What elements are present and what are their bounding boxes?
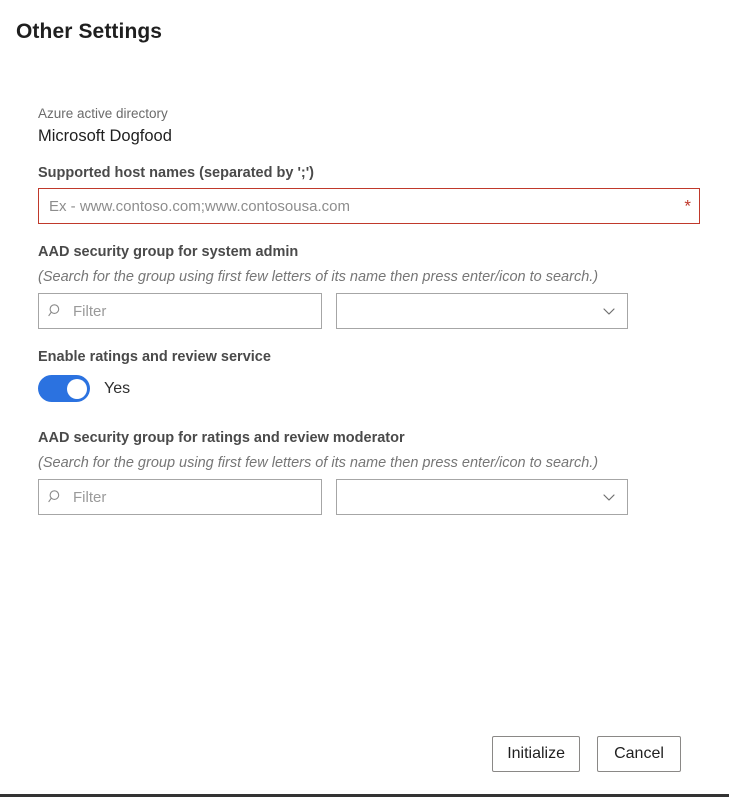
admin-group-filter-box[interactable]: [38, 293, 322, 329]
moderator-group-label: AAD security group for ratings and revie…: [38, 430, 405, 446]
moderator-group-picker-row: [38, 479, 700, 515]
hostnames-input[interactable]: [39, 189, 699, 223]
aad-tenant-name: Microsoft Dogfood: [38, 127, 172, 145]
admin-group-select[interactable]: [336, 293, 628, 329]
ratings-toggle-state-text: Yes: [104, 379, 131, 397]
chevron-down-icon[interactable]: [601, 303, 617, 319]
moderator-group-filter-box[interactable]: [38, 479, 322, 515]
page-title: Other Settings: [16, 20, 163, 43]
moderator-group-select[interactable]: [336, 479, 628, 515]
admin-group-hint: (Search for the group using first few le…: [38, 269, 599, 285]
moderator-group-hint: (Search for the group using first few le…: [38, 455, 599, 471]
admin-group-filter-input[interactable]: [39, 294, 321, 328]
moderator-group-filter-input[interactable]: [39, 480, 321, 514]
admin-group-picker-row: [38, 293, 700, 329]
ratings-toggle-switch[interactable]: [38, 375, 90, 402]
settings-form: Azure active directory Microsoft Dogfood…: [38, 105, 700, 533]
initialize-button[interactable]: Initialize: [492, 736, 580, 772]
admin-group-label: AAD security group for system admin: [38, 244, 299, 260]
chevron-down-icon[interactable]: [601, 489, 617, 505]
other-settings-panel: Other Settings Azure active directory Mi…: [0, 0, 729, 797]
aad-caption: Azure active directory: [38, 106, 168, 121]
ratings-toggle-label: Enable ratings and review service: [38, 349, 271, 365]
toggle-knob: [67, 378, 87, 399]
ratings-toggle-row: Yes: [38, 375, 700, 402]
footer-actions: Initialize Cancel: [492, 736, 681, 772]
hostnames-label: Supported host names (separated by ';'): [38, 165, 314, 181]
cancel-button[interactable]: Cancel: [597, 736, 681, 772]
hostnames-field-wrapper: *: [38, 188, 700, 224]
